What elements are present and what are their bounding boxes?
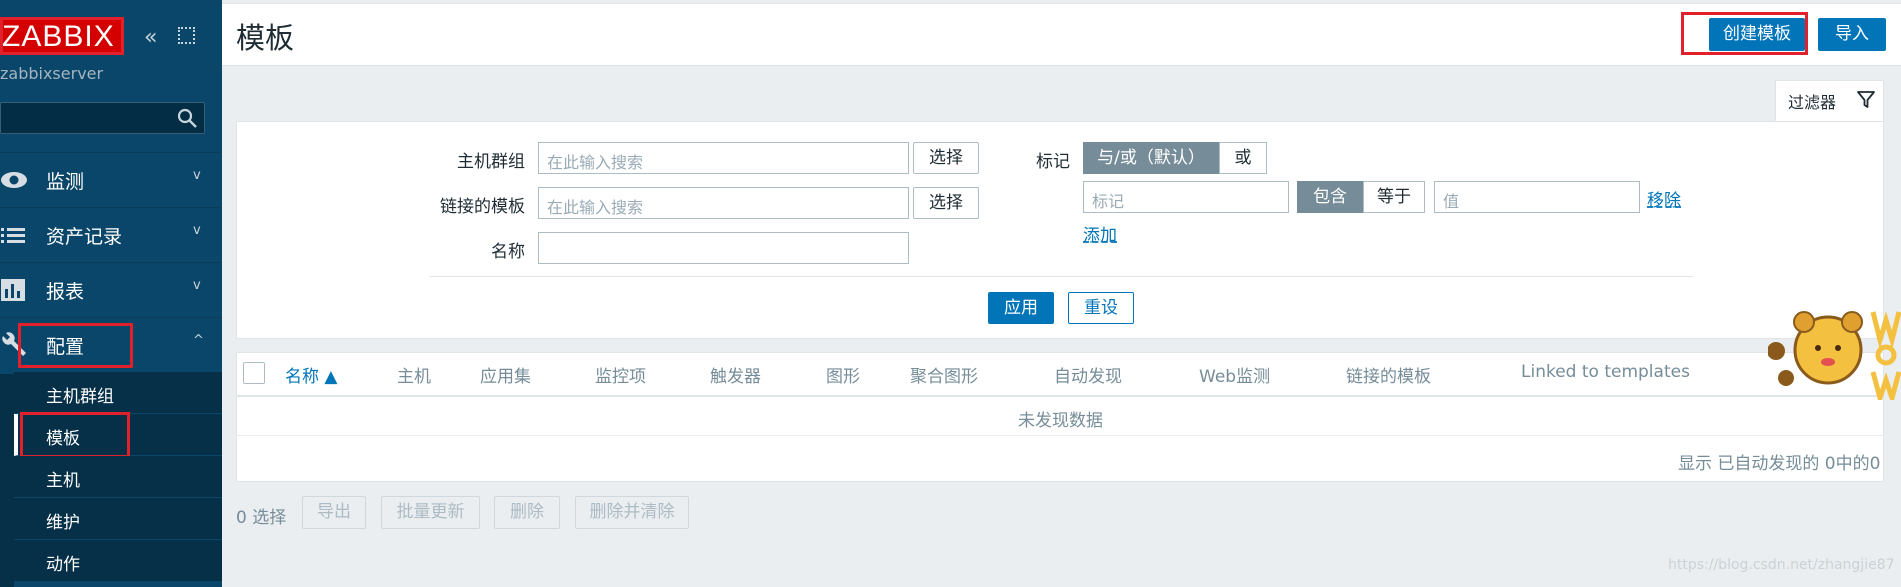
eye-icon bbox=[1, 172, 27, 188]
tags-label: 标记 bbox=[1036, 152, 1070, 172]
submenu-item-host-groups[interactable]: 主机群组 bbox=[14, 372, 222, 414]
tag-op-equals[interactable]: 等于 bbox=[1363, 181, 1425, 213]
page-header bbox=[222, 3, 1901, 66]
filter-tab-label: 过滤器 bbox=[1788, 93, 1837, 112]
tag-op-contains[interactable]: 包含 bbox=[1297, 181, 1363, 213]
chevron-down-icon: v bbox=[193, 168, 201, 183]
chevron-down-icon: v bbox=[193, 223, 201, 238]
import-button[interactable]: 导入 bbox=[1818, 18, 1886, 51]
delete-and-clear-button[interactable]: 删除并清除 bbox=[575, 496, 689, 529]
apply-button[interactable]: 应用 bbox=[988, 292, 1054, 324]
menu-item-monitoring[interactable]: 监测 v bbox=[0, 152, 222, 207]
submenu-label: 主机 bbox=[46, 471, 80, 491]
menu-item-inventory[interactable]: 资产记录 v bbox=[0, 207, 222, 262]
row-divider bbox=[236, 435, 1884, 436]
column-header-hosts: 主机 bbox=[397, 367, 431, 387]
highlight-box-logo bbox=[0, 17, 124, 55]
tag-value-input[interactable]: 值 bbox=[1434, 181, 1640, 213]
highlight-box-templates bbox=[20, 412, 130, 458]
table-footer-count: 显示 已自动发现的 0中的0 bbox=[1678, 454, 1881, 474]
list-icon bbox=[1, 228, 25, 243]
linked-templates-input[interactable]: 在此输入搜索 bbox=[538, 187, 909, 219]
column-header-discovery: 自动发现 bbox=[1054, 367, 1122, 387]
name-input[interactable] bbox=[538, 232, 909, 264]
host-groups-select-button[interactable]: 选择 bbox=[913, 142, 979, 174]
column-header-name[interactable]: 名称 ▲ bbox=[285, 362, 337, 387]
chevron-up-icon: ^ bbox=[193, 333, 204, 348]
export-button[interactable]: 导出 bbox=[302, 496, 366, 529]
linked-templates-select-button[interactable]: 选择 bbox=[913, 187, 979, 219]
mass-update-button[interactable]: 批量更新 bbox=[381, 496, 480, 529]
submenu-label: 主机群组 bbox=[46, 387, 114, 407]
delete-button[interactable]: 删除 bbox=[494, 496, 560, 529]
filter-divider bbox=[430, 276, 1693, 277]
highlight-box-create bbox=[1681, 12, 1808, 55]
submenu-item-hosts[interactable]: 主机 bbox=[14, 456, 222, 498]
column-header-triggers: 触发器 bbox=[710, 367, 761, 387]
select-all-checkbox[interactable] bbox=[243, 362, 265, 384]
remove-tag-link[interactable]: 移除 bbox=[1647, 186, 1681, 211]
submenu-label: 维护 bbox=[46, 513, 80, 533]
name-label: 名称 bbox=[491, 242, 525, 262]
add-tag-link[interactable]: 添加 bbox=[1083, 221, 1117, 246]
server-name: zabbixserver bbox=[0, 64, 104, 83]
column-header-screens: 聚合图形 bbox=[910, 367, 978, 387]
highlight-box-configuration bbox=[18, 323, 133, 368]
linked-templates-label: 链接的模板 bbox=[440, 197, 525, 217]
watermark-text: https://blog.csdn.net/zhangjie87 bbox=[1668, 557, 1895, 573]
selected-count: 0 选择 bbox=[236, 508, 287, 528]
bar-chart-icon bbox=[1, 279, 25, 301]
table-header-divider bbox=[236, 395, 1884, 397]
sidebar-search-input[interactable] bbox=[0, 102, 205, 134]
submenu-item-maintenance[interactable]: 维护 bbox=[14, 498, 222, 540]
column-header-applications: 应用集 bbox=[480, 367, 531, 387]
collapse-sidebar-icon[interactable]: « bbox=[144, 25, 157, 50]
chevron-down-icon: v bbox=[193, 278, 201, 293]
column-header-items: 监控项 bbox=[595, 367, 646, 387]
column-header-web: Web监测 bbox=[1199, 367, 1271, 387]
column-header-graphs: 图形 bbox=[826, 367, 860, 387]
search-icon[interactable] bbox=[176, 107, 200, 129]
column-header-linked-templates: 链接的模板 bbox=[1346, 367, 1431, 387]
mascot-sticker-icon bbox=[1768, 311, 1901, 400]
kiosk-mode-icon[interactable] bbox=[178, 27, 195, 44]
menu-item-reports[interactable]: 报表 v bbox=[0, 262, 222, 317]
host-groups-input[interactable]: 在此输入搜索 bbox=[538, 142, 909, 174]
column-header-linked-to-templates: Linked to templates bbox=[1521, 362, 1690, 382]
menu-label: 资产记录 bbox=[46, 226, 123, 248]
submenu-indent bbox=[0, 374, 14, 587]
tag-or-option[interactable]: 或 bbox=[1219, 142, 1267, 174]
menu-label: 报表 bbox=[46, 281, 85, 303]
no-data-message: 未发现数据 bbox=[1018, 411, 1103, 431]
host-groups-label: 主机群组 bbox=[457, 152, 525, 172]
submenu-label: 动作 bbox=[46, 555, 80, 575]
submenu-item-actions[interactable]: 动作 bbox=[14, 540, 222, 582]
page-title: 模板 bbox=[236, 21, 295, 55]
tag-name-input[interactable]: 标记 bbox=[1083, 181, 1289, 213]
filter-tab[interactable]: 过滤器 bbox=[1775, 80, 1884, 122]
filter-icon bbox=[1857, 91, 1875, 108]
reset-button[interactable]: 重设 bbox=[1068, 292, 1134, 324]
menu-label: 监测 bbox=[46, 171, 85, 193]
tag-and-or-option[interactable]: 与/或（默认） bbox=[1083, 142, 1219, 174]
